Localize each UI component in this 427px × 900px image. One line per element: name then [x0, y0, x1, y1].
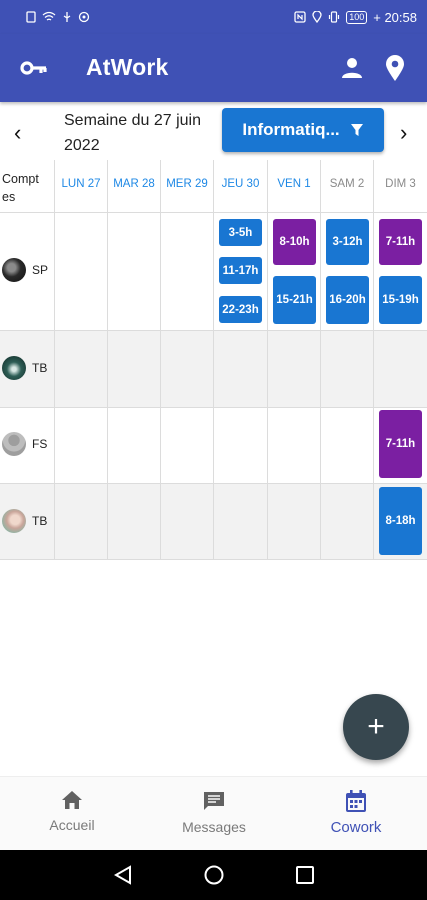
column-divider [373, 160, 374, 560]
account-icon[interactable] [340, 56, 364, 80]
back-icon[interactable] [112, 864, 134, 886]
sim-icon [26, 11, 36, 23]
nfc-icon [294, 11, 306, 23]
calendar-icon [346, 790, 366, 812]
filter-button[interactable]: Informatiq... [222, 108, 384, 152]
shift-chip[interactable]: 15-21h [273, 276, 316, 324]
bottom-navigation: Accueil Messages Cowork [0, 776, 427, 850]
nav-item-cowork[interactable]: Cowork [286, 789, 426, 836]
message-icon [204, 792, 224, 810]
schedule-grid: Compt es LUN 27 MAR 28 MER 29 JEU 30 VEN… [0, 160, 427, 560]
account-initials: SP [32, 263, 49, 277]
account-initials: TB [32, 514, 48, 528]
system-navigation-bar [0, 850, 427, 900]
shift-chip[interactable]: 7-11h [379, 410, 422, 478]
column-divider [107, 160, 108, 560]
next-week-button[interactable]: › [400, 120, 407, 146]
shift-chip[interactable]: 3-5h [219, 219, 262, 246]
week-label: Semaine du 27 juin 2022 [64, 112, 201, 154]
nav-label: Cowork [330, 819, 382, 836]
shift-chip[interactable]: 16-20h [326, 276, 369, 324]
accounts-column-header: Compt es [2, 172, 39, 204]
usb-icon [63, 12, 71, 22]
nav-label: Accueil [49, 817, 95, 833]
shift-chip[interactable]: 7-11h [379, 219, 422, 265]
key-icon[interactable] [20, 56, 48, 80]
avatar [2, 509, 26, 533]
app-title: AtWork [86, 54, 169, 80]
account-initials: FS [32, 437, 48, 451]
account-row-fs[interactable]: FS [0, 432, 54, 456]
shift-chip[interactable]: 15-19h [379, 276, 422, 324]
shift-chip[interactable]: 8-10h [273, 219, 316, 265]
day-header-sat[interactable]: SAM 2 [321, 178, 373, 190]
nav-item-messages[interactable]: Messages [144, 789, 284, 835]
previous-week-button[interactable]: ‹ [14, 120, 21, 146]
location-status-icon [312, 11, 322, 23]
status-icons-left [26, 11, 90, 23]
home-system-icon[interactable] [203, 864, 225, 886]
shift-chip[interactable]: 3-12h [326, 219, 369, 265]
app-bar: AtWork [0, 34, 427, 102]
column-divider [213, 160, 214, 560]
filter-label: Informatiq... [242, 120, 340, 139]
column-divider [160, 160, 161, 560]
vibrate-icon [329, 11, 340, 23]
column-divider [54, 160, 55, 560]
status-icons-right: 100 + 20:58 [294, 10, 417, 25]
nav-item-accueil[interactable]: Accueil [2, 789, 142, 833]
day-header-thu[interactable]: JEU 30 [214, 178, 267, 190]
day-header-sun[interactable]: DIM 3 [374, 178, 427, 190]
cast-icon [78, 11, 90, 23]
shift-chip[interactable]: 8-18h [379, 487, 422, 555]
nav-label: Messages [182, 819, 246, 835]
recents-icon[interactable] [294, 864, 316, 886]
avatar [2, 432, 26, 456]
account-initials: TB [32, 361, 48, 375]
day-header-mon[interactable]: LUN 27 [55, 178, 107, 190]
home-icon [62, 791, 82, 809]
account-row-sp[interactable]: SP [0, 258, 54, 282]
day-header-fri[interactable]: VEN 1 [268, 178, 320, 190]
filter-icon [350, 124, 363, 136]
day-header-tue[interactable]: MAR 28 [108, 178, 160, 190]
status-time: + 20:58 [373, 9, 417, 25]
add-button[interactable]: + [343, 694, 409, 760]
account-row-tb-2[interactable]: TB [0, 509, 54, 533]
wifi-icon [42, 11, 56, 21]
avatar [2, 356, 26, 380]
column-divider [267, 160, 268, 560]
account-row-tb[interactable]: TB [0, 356, 54, 380]
day-header-wed[interactable]: MER 29 [161, 178, 213, 190]
avatar [2, 258, 26, 282]
shift-chip[interactable]: 22-23h [219, 296, 262, 323]
shift-chip[interactable]: 11-17h [219, 257, 262, 284]
location-icon[interactable] [384, 54, 406, 82]
status-bar: 100 + 20:58 [0, 0, 427, 34]
column-divider [320, 160, 321, 560]
battery-indicator: 100 [346, 10, 368, 24]
